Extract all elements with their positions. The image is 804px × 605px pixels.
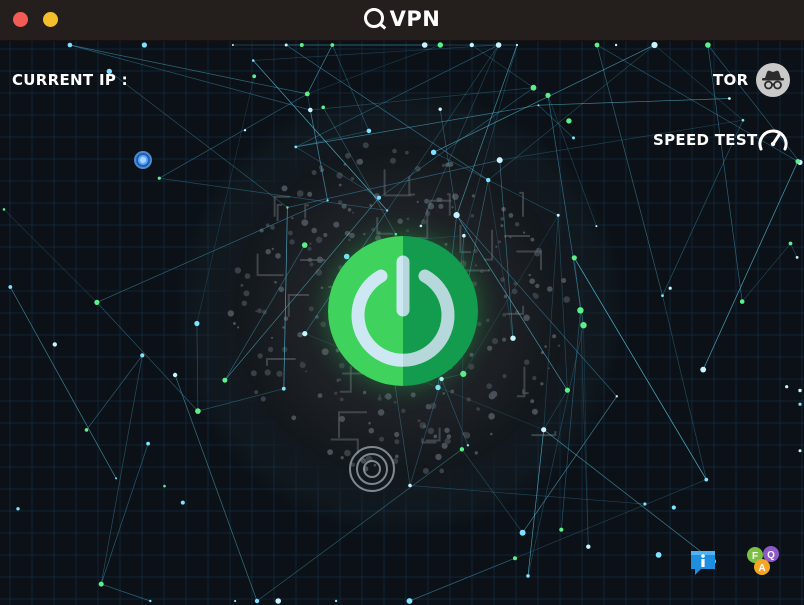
tor-label: TOR [713,71,749,89]
incognito-icon [762,70,784,90]
tor-button[interactable] [756,63,790,97]
speed-test-label: SPEED TEST [653,131,758,149]
power-icon [328,236,478,386]
info-button[interactable] [689,549,717,577]
faq-letter-f: F [752,551,758,562]
title-bar[interactable]: VPN [0,0,804,41]
window-title: VPN [0,6,804,31]
faq-letter-q: Q [767,550,775,561]
faq-icon: F Q A [747,546,779,575]
search-q-icon [363,8,384,28]
window-title-text: VPN [389,7,441,31]
faq-button[interactable]: F Q A [746,545,780,577]
main-panel: CURRENT IP : TOR SPEED TEST F Q A [0,41,804,605]
speedometer-icon [758,129,788,151]
power-toggle-button[interactable] [328,236,478,386]
vpn-window: VPN CURRENT IP: TOR SPEED TEST F Q A [0,0,804,605]
faq-letter-a: A [758,563,765,574]
speed-test-button[interactable] [756,125,790,155]
info-bubble-icon [691,551,715,575]
current-ip-label: CURRENT IP : [12,71,128,89]
